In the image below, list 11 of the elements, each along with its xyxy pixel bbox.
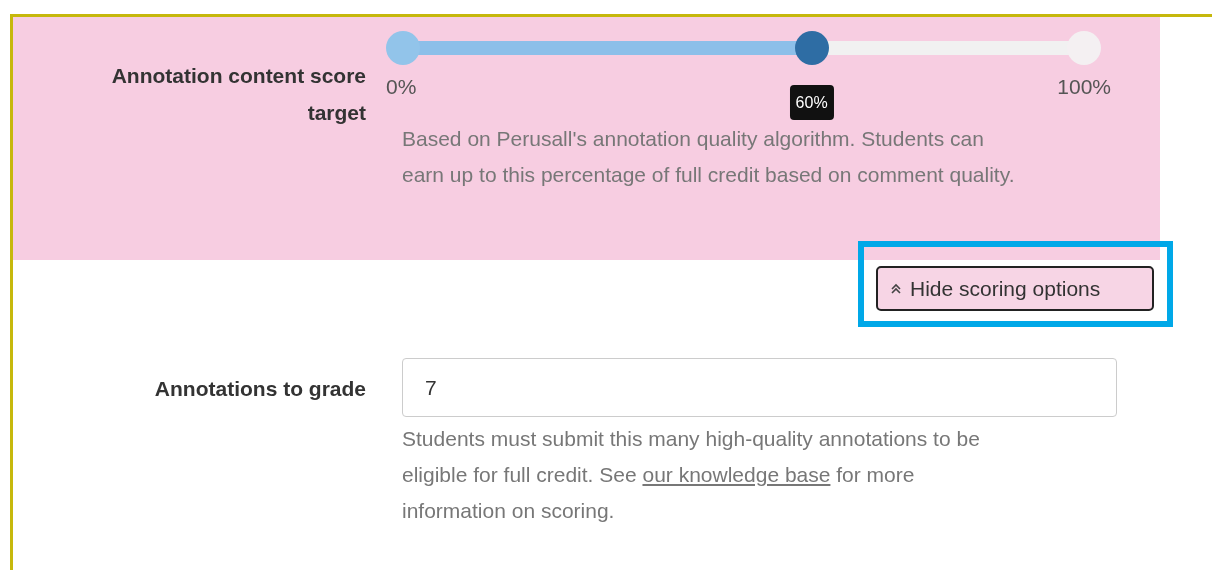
field-label: Annotations to grade: [154, 376, 366, 402]
min-label: 0%: [386, 75, 417, 99]
help-text: Based on Perusall's annotation quality algorithm. Students can earn up to this percentage of full credit based on comment quality.: [402, 126, 1016, 188]
value-tooltip: 60%: [789, 85, 834, 120]
field-label: Annotation content score target: [110, 63, 366, 126]
hide-options-button[interactable]: Hide scoring options: [876, 266, 1154, 311]
input-field[interactable]: 7: [402, 358, 1117, 417]
double-chevron-up-icon: [890, 282, 902, 295]
max-label: 100%: [1057, 75, 1111, 99]
knowledge-base-link[interactable]: our knowledge base: [642, 463, 831, 486]
help-text: Students must submit this many high-quality annotations to be eligible for full credit. See our knowledge base for more information on scoring.: [402, 426, 981, 524]
